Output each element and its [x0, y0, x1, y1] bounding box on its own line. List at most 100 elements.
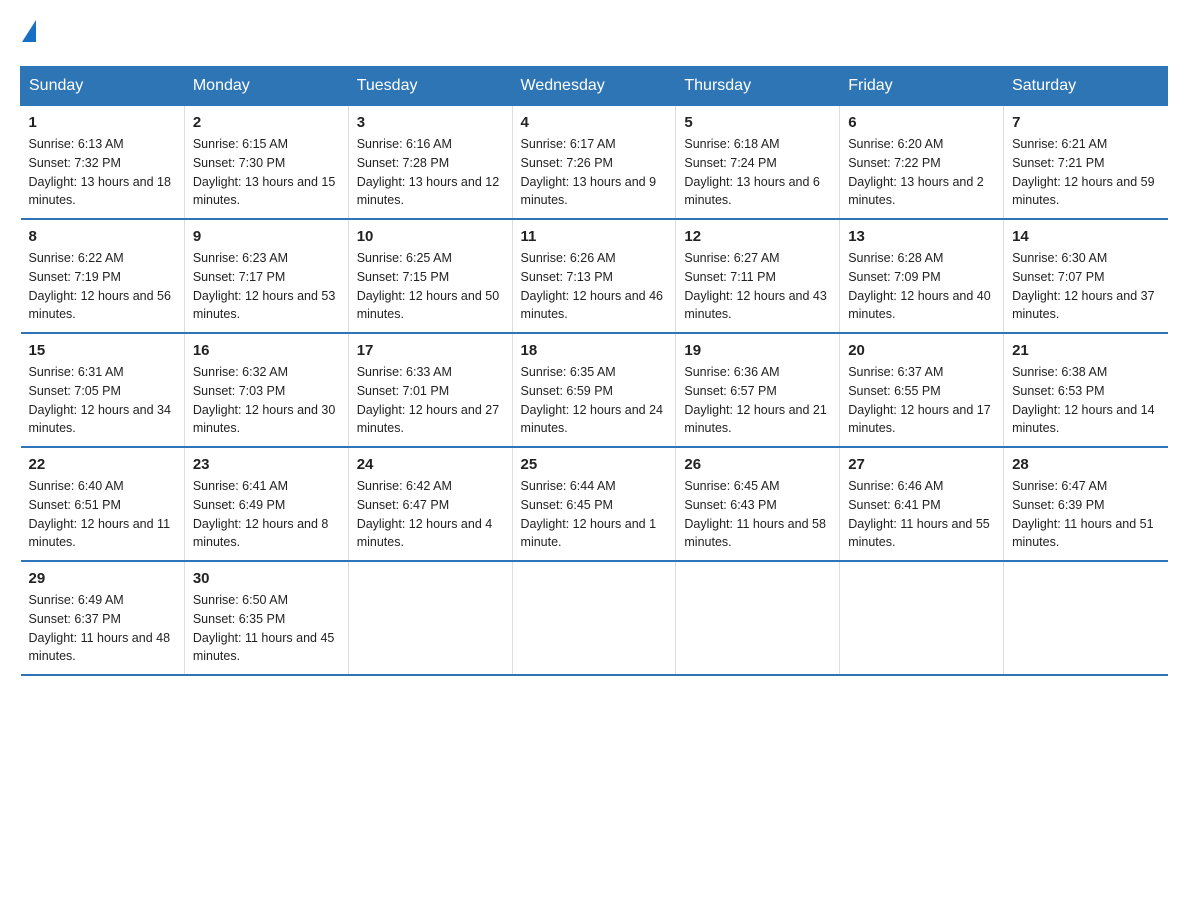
calendar-day-cell: 8 Sunrise: 6:22 AM Sunset: 7:19 PM Dayli…: [21, 219, 185, 333]
calendar-day-cell: 17 Sunrise: 6:33 AM Sunset: 7:01 PM Dayl…: [348, 333, 512, 447]
calendar-day-cell: 14 Sunrise: 6:30 AM Sunset: 7:07 PM Dayl…: [1004, 219, 1168, 333]
logo-triangle-icon: [22, 20, 36, 42]
day-number: 25: [521, 456, 668, 473]
calendar-table: SundayMondayTuesdayWednesdayThursdayFrid…: [20, 66, 1168, 676]
day-info: Sunrise: 6:41 AM Sunset: 6:49 PM Dayligh…: [193, 477, 340, 552]
day-info: Sunrise: 6:37 AM Sunset: 6:55 PM Dayligh…: [848, 363, 995, 438]
calendar-day-cell: 6 Sunrise: 6:20 AM Sunset: 7:22 PM Dayli…: [840, 106, 1004, 220]
day-number: 20: [848, 342, 995, 359]
calendar-day-cell: 30 Sunrise: 6:50 AM Sunset: 6:35 PM Dayl…: [184, 561, 348, 675]
day-info: Sunrise: 6:31 AM Sunset: 7:05 PM Dayligh…: [29, 363, 176, 438]
day-info: Sunrise: 6:30 AM Sunset: 7:07 PM Dayligh…: [1012, 249, 1159, 324]
day-number: 15: [29, 342, 176, 359]
calendar-day-cell: 5 Sunrise: 6:18 AM Sunset: 7:24 PM Dayli…: [676, 106, 840, 220]
calendar-week-row: 1 Sunrise: 6:13 AM Sunset: 7:32 PM Dayli…: [21, 106, 1168, 220]
day-info: Sunrise: 6:25 AM Sunset: 7:15 PM Dayligh…: [357, 249, 504, 324]
calendar-day-cell: 12 Sunrise: 6:27 AM Sunset: 7:11 PM Dayl…: [676, 219, 840, 333]
day-number: 18: [521, 342, 668, 359]
day-info: Sunrise: 6:40 AM Sunset: 6:51 PM Dayligh…: [29, 477, 176, 552]
day-number: 10: [357, 228, 504, 245]
day-of-week-header: Monday: [184, 67, 348, 106]
day-number: 3: [357, 114, 504, 131]
calendar-day-cell: 7 Sunrise: 6:21 AM Sunset: 7:21 PM Dayli…: [1004, 106, 1168, 220]
calendar-day-cell: 9 Sunrise: 6:23 AM Sunset: 7:17 PM Dayli…: [184, 219, 348, 333]
calendar-week-row: 15 Sunrise: 6:31 AM Sunset: 7:05 PM Dayl…: [21, 333, 1168, 447]
calendar-day-cell: 29 Sunrise: 6:49 AM Sunset: 6:37 PM Dayl…: [21, 561, 185, 675]
day-number: 24: [357, 456, 504, 473]
calendar-week-row: 8 Sunrise: 6:22 AM Sunset: 7:19 PM Dayli…: [21, 219, 1168, 333]
calendar-day-cell: 10 Sunrise: 6:25 AM Sunset: 7:15 PM Dayl…: [348, 219, 512, 333]
day-of-week-header: Thursday: [676, 67, 840, 106]
day-number: 5: [684, 114, 831, 131]
day-info: Sunrise: 6:42 AM Sunset: 6:47 PM Dayligh…: [357, 477, 504, 552]
calendar-day-cell: 22 Sunrise: 6:40 AM Sunset: 6:51 PM Dayl…: [21, 447, 185, 561]
day-info: Sunrise: 6:27 AM Sunset: 7:11 PM Dayligh…: [684, 249, 831, 324]
calendar-week-row: 22 Sunrise: 6:40 AM Sunset: 6:51 PM Dayl…: [21, 447, 1168, 561]
day-info: Sunrise: 6:32 AM Sunset: 7:03 PM Dayligh…: [193, 363, 340, 438]
day-info: Sunrise: 6:23 AM Sunset: 7:17 PM Dayligh…: [193, 249, 340, 324]
day-number: 11: [521, 228, 668, 245]
day-number: 1: [29, 114, 176, 131]
day-info: Sunrise: 6:22 AM Sunset: 7:19 PM Dayligh…: [29, 249, 176, 324]
calendar-day-cell: 27 Sunrise: 6:46 AM Sunset: 6:41 PM Dayl…: [840, 447, 1004, 561]
calendar-day-cell: [840, 561, 1004, 675]
day-of-week-header: Sunday: [21, 67, 185, 106]
day-of-week-header: Friday: [840, 67, 1004, 106]
day-number: 8: [29, 228, 176, 245]
calendar-day-cell: 1 Sunrise: 6:13 AM Sunset: 7:32 PM Dayli…: [21, 106, 185, 220]
day-info: Sunrise: 6:35 AM Sunset: 6:59 PM Dayligh…: [521, 363, 668, 438]
day-info: Sunrise: 6:18 AM Sunset: 7:24 PM Dayligh…: [684, 135, 831, 210]
day-number: 6: [848, 114, 995, 131]
day-info: Sunrise: 6:46 AM Sunset: 6:41 PM Dayligh…: [848, 477, 995, 552]
day-number: 19: [684, 342, 831, 359]
day-number: 21: [1012, 342, 1159, 359]
day-number: 7: [1012, 114, 1159, 131]
day-number: 13: [848, 228, 995, 245]
calendar-day-cell: 20 Sunrise: 6:37 AM Sunset: 6:55 PM Dayl…: [840, 333, 1004, 447]
day-number: 2: [193, 114, 340, 131]
day-info: Sunrise: 6:38 AM Sunset: 6:53 PM Dayligh…: [1012, 363, 1159, 438]
calendar-day-cell: 24 Sunrise: 6:42 AM Sunset: 6:47 PM Dayl…: [348, 447, 512, 561]
calendar-day-cell: 23 Sunrise: 6:41 AM Sunset: 6:49 PM Dayl…: [184, 447, 348, 561]
day-number: 16: [193, 342, 340, 359]
day-of-week-header: Saturday: [1004, 67, 1168, 106]
logo: [20, 20, 36, 46]
day-info: Sunrise: 6:36 AM Sunset: 6:57 PM Dayligh…: [684, 363, 831, 438]
calendar-day-cell: 13 Sunrise: 6:28 AM Sunset: 7:09 PM Dayl…: [840, 219, 1004, 333]
calendar-day-cell: 15 Sunrise: 6:31 AM Sunset: 7:05 PM Dayl…: [21, 333, 185, 447]
calendar-week-row: 29 Sunrise: 6:49 AM Sunset: 6:37 PM Dayl…: [21, 561, 1168, 675]
calendar-day-cell: 18 Sunrise: 6:35 AM Sunset: 6:59 PM Dayl…: [512, 333, 676, 447]
day-of-week-header: Wednesday: [512, 67, 676, 106]
day-info: Sunrise: 6:16 AM Sunset: 7:28 PM Dayligh…: [357, 135, 504, 210]
day-info: Sunrise: 6:50 AM Sunset: 6:35 PM Dayligh…: [193, 591, 340, 666]
calendar-day-cell: 4 Sunrise: 6:17 AM Sunset: 7:26 PM Dayli…: [512, 106, 676, 220]
day-info: Sunrise: 6:33 AM Sunset: 7:01 PM Dayligh…: [357, 363, 504, 438]
day-info: Sunrise: 6:45 AM Sunset: 6:43 PM Dayligh…: [684, 477, 831, 552]
calendar-day-cell: 3 Sunrise: 6:16 AM Sunset: 7:28 PM Dayli…: [348, 106, 512, 220]
day-number: 17: [357, 342, 504, 359]
day-of-week-header: Tuesday: [348, 67, 512, 106]
day-info: Sunrise: 6:47 AM Sunset: 6:39 PM Dayligh…: [1012, 477, 1159, 552]
day-info: Sunrise: 6:26 AM Sunset: 7:13 PM Dayligh…: [521, 249, 668, 324]
day-info: Sunrise: 6:20 AM Sunset: 7:22 PM Dayligh…: [848, 135, 995, 210]
day-number: 29: [29, 570, 176, 587]
calendar-day-cell: 2 Sunrise: 6:15 AM Sunset: 7:30 PM Dayli…: [184, 106, 348, 220]
day-number: 23: [193, 456, 340, 473]
day-number: 28: [1012, 456, 1159, 473]
calendar-day-cell: 11 Sunrise: 6:26 AM Sunset: 7:13 PM Dayl…: [512, 219, 676, 333]
calendar-day-cell: 25 Sunrise: 6:44 AM Sunset: 6:45 PM Dayl…: [512, 447, 676, 561]
calendar-day-cell: [512, 561, 676, 675]
day-number: 12: [684, 228, 831, 245]
day-number: 4: [521, 114, 668, 131]
day-number: 27: [848, 456, 995, 473]
day-info: Sunrise: 6:28 AM Sunset: 7:09 PM Dayligh…: [848, 249, 995, 324]
day-info: Sunrise: 6:13 AM Sunset: 7:32 PM Dayligh…: [29, 135, 176, 210]
calendar-day-cell: 26 Sunrise: 6:45 AM Sunset: 6:43 PM Dayl…: [676, 447, 840, 561]
calendar-day-cell: 16 Sunrise: 6:32 AM Sunset: 7:03 PM Dayl…: [184, 333, 348, 447]
day-info: Sunrise: 6:21 AM Sunset: 7:21 PM Dayligh…: [1012, 135, 1159, 210]
day-number: 9: [193, 228, 340, 245]
day-info: Sunrise: 6:15 AM Sunset: 7:30 PM Dayligh…: [193, 135, 340, 210]
page-header: [20, 20, 1168, 46]
day-info: Sunrise: 6:49 AM Sunset: 6:37 PM Dayligh…: [29, 591, 176, 666]
day-info: Sunrise: 6:44 AM Sunset: 6:45 PM Dayligh…: [521, 477, 668, 552]
